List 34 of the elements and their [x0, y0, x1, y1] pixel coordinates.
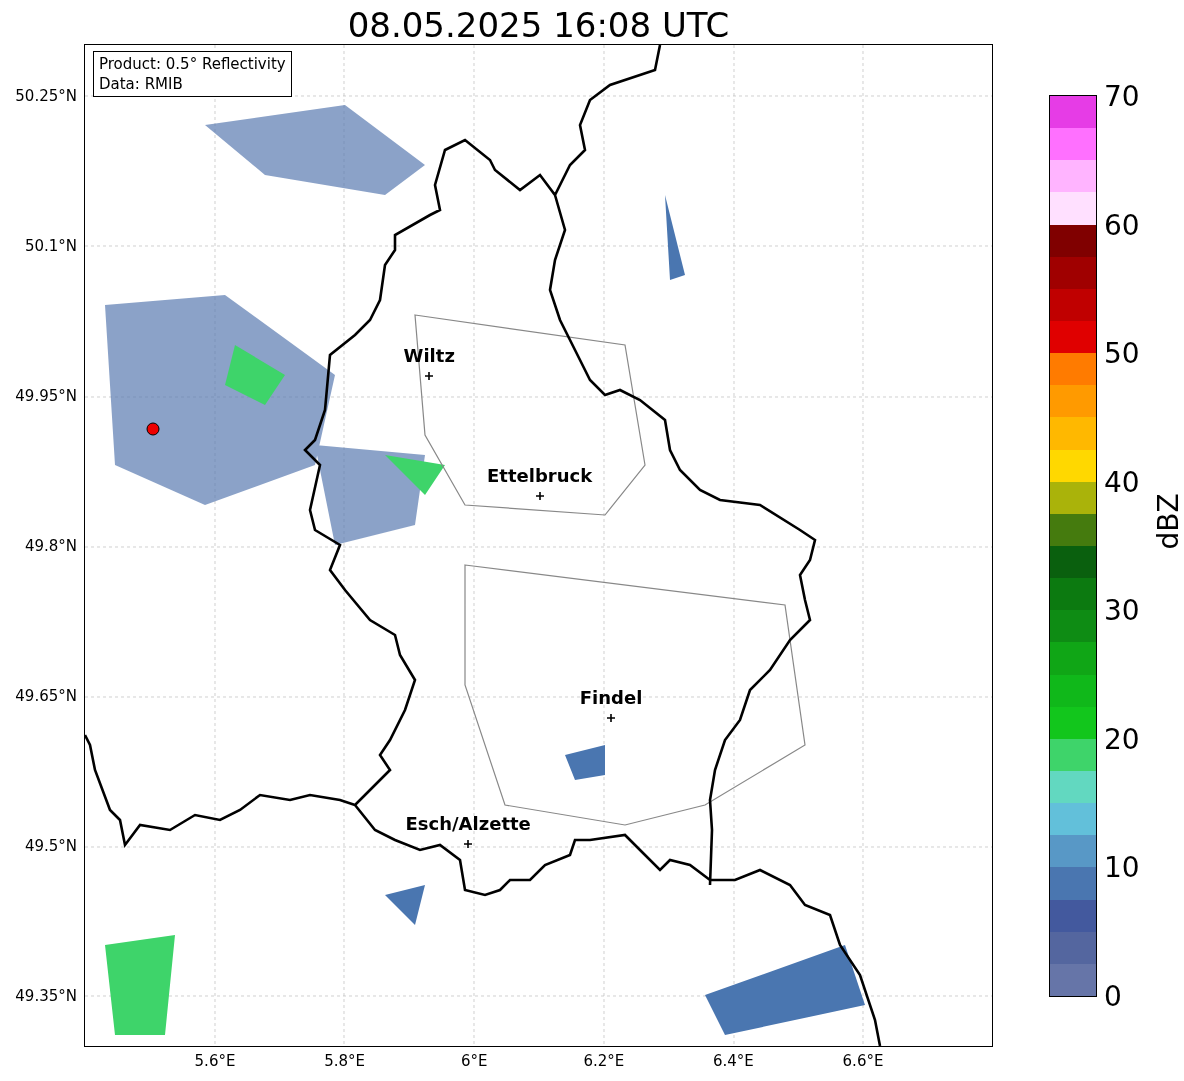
crosshair-icon	[425, 372, 434, 380]
chart-title: 08.05.2025 16:08 UTC	[346, 4, 731, 45]
latitude-label: 49.5°N	[24, 837, 77, 855]
latitude-label: 49.95°N	[15, 387, 77, 405]
scale-label: 0	[1104, 979, 1122, 1013]
city-label: Findel	[579, 686, 643, 708]
latitude-label: 49.65°N	[15, 687, 77, 705]
crosshair-icon	[607, 714, 616, 722]
scale-label: 70	[1104, 79, 1140, 113]
scale-label: 40	[1104, 465, 1140, 499]
scale-label: 30	[1104, 593, 1140, 627]
latitude-label: 49.8°N	[24, 537, 77, 555]
scale-label: 10	[1104, 850, 1140, 884]
city-label: Ettelbruck	[487, 464, 593, 486]
longitude-label: 5.6°E	[194, 1052, 236, 1070]
latitude-label: 50.25°N	[15, 87, 77, 105]
scale-label: 20	[1104, 722, 1140, 756]
city-label: Wiltz	[403, 344, 455, 366]
unit-label: dBZ	[1151, 492, 1184, 550]
longitude-label: 5.8°E	[324, 1052, 365, 1070]
crosshair-icon	[464, 840, 473, 848]
latitude-label: 49.35°N	[15, 987, 77, 1005]
longitude-label: 6°E	[460, 1052, 488, 1070]
longitude-label: 6.6°E	[842, 1052, 884, 1070]
scale-label: 50	[1104, 336, 1140, 370]
info-text: Data: RMIB	[99, 74, 184, 94]
info-text: Product: 0.5° Reflectivity	[99, 54, 286, 74]
radar-site-icon	[146, 422, 161, 436]
latitude-label: 50.1°N	[24, 237, 77, 255]
scale-label: 60	[1104, 208, 1140, 242]
longitude-label: 6.4°E	[712, 1052, 754, 1070]
crosshair-icon	[535, 492, 544, 500]
city-label: Esch/Alzette	[405, 812, 531, 834]
longitude-label: 6.2°E	[583, 1052, 625, 1070]
